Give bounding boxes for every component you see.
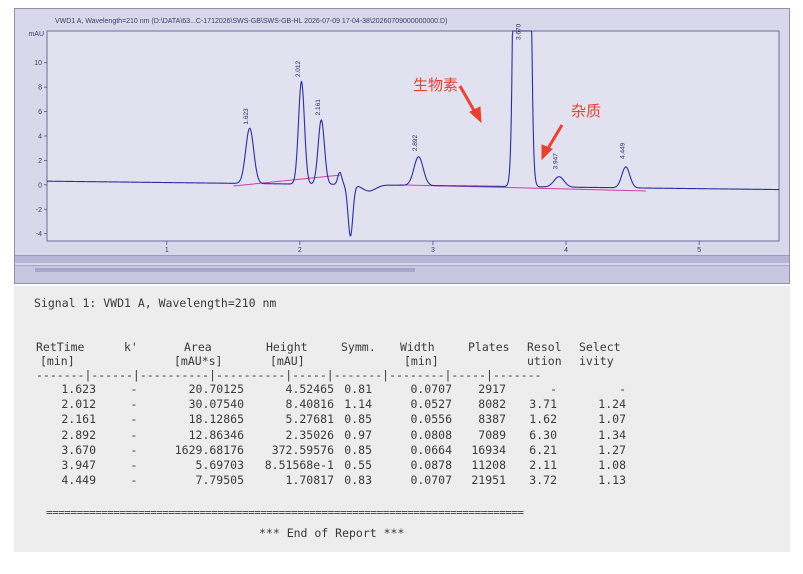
table-cell: 1.34 — [598, 427, 626, 442]
report-rule: ========================================… — [46, 506, 524, 519]
table-cell: 1.14 — [344, 397, 372, 412]
table-cell: 1.24 — [598, 397, 626, 412]
table-cell: - — [130, 397, 138, 412]
column-header: Resol — [527, 340, 562, 354]
table-cell: 1.70817 — [285, 473, 334, 488]
table-cell: 1.27 — [598, 442, 626, 457]
table-separator: -------|------|----------|----------|---… — [36, 368, 542, 382]
table-cell: 7089 — [478, 427, 506, 442]
report-signal-line: Signal 1: VWD1 A, Wavelength=210 nm — [34, 296, 277, 310]
table-cell: 4.52465 — [285, 382, 334, 396]
table-cell: 0.0527 — [410, 397, 452, 412]
table-cell: 0.85 — [344, 442, 372, 457]
table-cell: 3.670 — [61, 442, 96, 457]
table-cell: - — [130, 427, 138, 442]
table-cell: 0.81 — [344, 382, 372, 396]
table-cell: 11208 — [471, 458, 506, 472]
table-cell: 0.85 — [344, 412, 372, 427]
table-cell: 372.59576 — [271, 442, 334, 457]
table-cell: 2.892 — [61, 427, 96, 442]
table-cell: 8.51568e-1 — [264, 458, 334, 472]
column-header: Plates — [468, 340, 510, 354]
table-cell: 2917 — [478, 382, 506, 396]
table-cell: 4.449 — [61, 473, 96, 488]
table-cell: 6.21 — [529, 442, 557, 457]
table-cell: 1.13 — [598, 473, 626, 488]
table-cell: 0.0664 — [410, 442, 452, 457]
table-cell: 18.12865 — [188, 412, 244, 427]
column-header-unit: [mAU] — [270, 354, 305, 368]
table-cell: 6.30 — [529, 427, 557, 442]
table-cell: - — [130, 473, 138, 488]
table-cell: 5.69703 — [195, 458, 244, 472]
table-cell: 1.62 — [529, 412, 557, 427]
column-header: Symm. — [341, 340, 376, 354]
table-cell: 0.0878 — [410, 458, 452, 472]
table-cell: 8082 — [478, 397, 506, 412]
arrow-impurity-icon — [545, 124, 564, 151]
table-cell: 3.947 — [61, 458, 96, 472]
table-cell: 3.71 — [529, 397, 557, 412]
table-cell: 0.0556 — [410, 412, 452, 427]
table-cell: 16934 — [471, 442, 506, 457]
table-cell: - — [130, 458, 138, 472]
table-cell: - — [619, 382, 626, 396]
column-header: Width — [400, 340, 435, 354]
table-cell: 1.08 — [598, 458, 626, 472]
table-cell: 2.161 — [61, 412, 96, 427]
column-header-unit: ivity — [579, 354, 614, 368]
table-cell: 0.97 — [344, 427, 372, 442]
table-cell: 5.27681 — [285, 412, 334, 427]
column-header-unit: [mAU*s] — [174, 354, 223, 368]
table-cell: - — [130, 382, 138, 396]
column-header: RetTime — [36, 340, 85, 354]
table-cell: 0.83 — [344, 473, 372, 488]
table-cell: 0.55 — [344, 458, 372, 472]
column-header: k' — [124, 340, 138, 354]
table-cell: - — [550, 382, 557, 396]
table-cell: 1629.68176 — [174, 442, 244, 457]
table-cell: 2.11 — [529, 458, 557, 472]
column-header: Select — [579, 340, 621, 354]
table-cell: 0.0707 — [410, 473, 452, 488]
arrow-impurity-head-icon — [541, 144, 553, 161]
table-cell: 8387 — [478, 412, 506, 427]
table-cell: 2.35026 — [285, 427, 334, 442]
table-cell: 21951 — [471, 473, 506, 488]
table-cell: 20.70125 — [188, 382, 244, 396]
table-cell: - — [130, 412, 138, 427]
table-cell: 12.86346 — [188, 427, 244, 442]
table-cell: 1.07 — [598, 412, 626, 427]
integration-report: Signal 1: VWD1 A, Wavelength=210 nm RetT… — [14, 286, 790, 552]
table-cell: 2.012 — [61, 397, 96, 412]
column-header-unit: [min] — [40, 354, 75, 368]
column-header: Height — [266, 340, 308, 354]
table-cell: 30.07540 — [188, 397, 244, 412]
table-cell: 0.0808 — [410, 427, 452, 442]
column-header: Area — [184, 340, 212, 354]
report-end: *** End of Report *** — [259, 526, 405, 540]
column-header-unit: ution — [527, 354, 562, 368]
table-cell: 0.0707 — [410, 382, 452, 396]
table-cell: 8.40816 — [285, 397, 334, 412]
table-cell: 7.79505 — [195, 473, 244, 488]
column-header-unit: [min] — [404, 354, 439, 368]
table-cell: 1.623 — [61, 382, 96, 396]
table-cell: - — [130, 442, 138, 457]
table-cell: 3.72 — [529, 473, 557, 488]
